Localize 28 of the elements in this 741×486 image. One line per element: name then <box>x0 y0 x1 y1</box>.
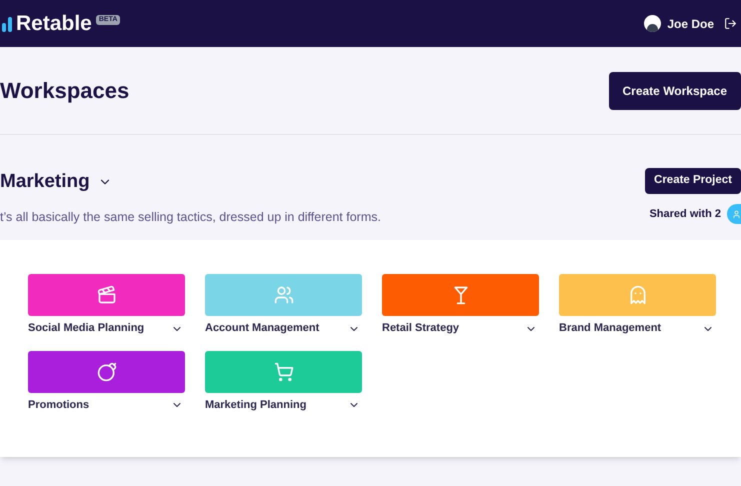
users-icon <box>274 285 294 306</box>
project-name[interactable]: Account Management <box>205 320 320 337</box>
user-name[interactable]: Joe Doe <box>667 14 714 32</box>
project-name[interactable]: Retail Strategy <box>382 320 460 337</box>
project-name[interactable]: Brand Management <box>559 320 662 337</box>
project-name[interactable]: Marketing Planning <box>205 396 306 414</box>
project-tile[interactable] <box>382 274 539 316</box>
project-tile[interactable] <box>28 350 185 393</box>
project-tile[interactable] <box>205 274 362 316</box>
bomb-icon <box>96 362 116 382</box>
clapperboard-icon <box>96 285 116 306</box>
logo-icon <box>2 16 14 32</box>
create-project-button[interactable]: Create Project <box>645 168 741 194</box>
workspace-description: t’s all basically the same selling tactics, dressed up in different forms. <box>0 208 381 226</box>
ghost-icon <box>628 285 648 306</box>
logout-icon[interactable] <box>724 17 737 30</box>
page-title: Workspaces <box>0 77 130 105</box>
project-name[interactable]: Social Media Planning <box>28 320 144 337</box>
workspace-title: Marketing <box>0 170 90 194</box>
project-tile[interactable] <box>559 274 716 316</box>
project-tile[interactable] <box>205 350 362 393</box>
create-workspace-button[interactable]: Create Workspace <box>608 72 741 110</box>
project-name[interactable]: Promotions <box>28 396 90 414</box>
shopping-cart-icon <box>274 362 294 382</box>
avatar[interactable] <box>644 15 662 32</box>
project-tile[interactable] <box>28 274 185 316</box>
shared-count: Shared with 2 <box>649 206 721 222</box>
logo-text: Retable <box>16 10 92 37</box>
